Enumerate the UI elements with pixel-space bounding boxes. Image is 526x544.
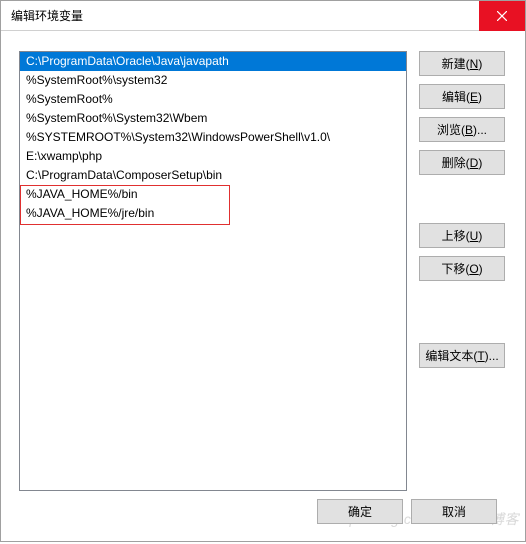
- content-area: C:\ProgramData\Oracle\Java\javapath %Sys…: [1, 31, 525, 544]
- move-up-button[interactable]: 上移(U): [419, 223, 505, 248]
- list-item[interactable]: %SYSTEMROOT%\System32\WindowsPowerShell\…: [20, 128, 406, 147]
- spacer: [419, 183, 505, 215]
- dialog-window: 编辑环境变量 C:\ProgramData\Oracle\Java\javapa…: [0, 0, 526, 542]
- main-row: C:\ProgramData\Oracle\Java\javapath %Sys…: [19, 51, 511, 491]
- list-item[interactable]: %SystemRoot%\System32\Wbem: [20, 109, 406, 128]
- footer-buttons: 确定 取消: [19, 491, 511, 534]
- list-item[interactable]: E:\xwamp\php: [20, 147, 406, 166]
- list-item[interactable]: %SystemRoot%\system32: [20, 71, 406, 90]
- close-button[interactable]: [479, 1, 525, 31]
- edit-button[interactable]: 编辑(E): [419, 84, 505, 109]
- edit-text-button[interactable]: 编辑文本(T)...: [419, 343, 505, 368]
- cancel-button[interactable]: 取消: [411, 499, 497, 524]
- titlebar: 编辑环境变量: [1, 1, 525, 31]
- delete-button[interactable]: 删除(D): [419, 150, 505, 175]
- browse-button[interactable]: 浏览(B)...: [419, 117, 505, 142]
- move-down-button[interactable]: 下移(O): [419, 256, 505, 281]
- sidebar-buttons: 新建(N) 编辑(E) 浏览(B)... 删除(D) 上移(U) 下移(O) 编…: [419, 51, 505, 491]
- list-item[interactable]: C:\ProgramData\ComposerSetup\bin: [20, 166, 406, 185]
- new-button[interactable]: 新建(N): [419, 51, 505, 76]
- list-item[interactable]: %JAVA_HOME%/jre/bin: [20, 204, 406, 223]
- close-icon: [497, 11, 507, 21]
- ok-button[interactable]: 确定: [317, 499, 403, 524]
- spacer: [419, 289, 505, 335]
- list-item[interactable]: %JAVA_HOME%/bin: [20, 185, 406, 204]
- path-listbox[interactable]: C:\ProgramData\Oracle\Java\javapath %Sys…: [19, 51, 407, 491]
- list-item[interactable]: %SystemRoot%: [20, 90, 406, 109]
- window-title: 编辑环境变量: [1, 7, 479, 24]
- list-item[interactable]: C:\ProgramData\Oracle\Java\javapath: [20, 52, 406, 71]
